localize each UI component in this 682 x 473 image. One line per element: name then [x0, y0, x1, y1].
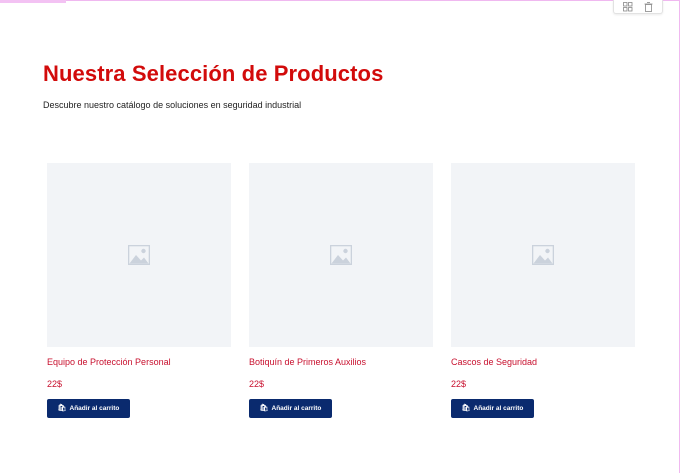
section-subtitle: Descubre nuestro catálogo de soluciones …: [43, 100, 302, 110]
product-name[interactable]: Equipo de Protección Personal: [47, 356, 231, 368]
edit-toolbar: [613, 0, 663, 14]
section-title: Nuestra Selección de Productos: [43, 61, 384, 86]
image-placeholder-icon: [330, 245, 352, 265]
product-price: 22$: [451, 379, 467, 389]
add-to-cart-button[interactable]: 🛍 Añadir al carrito: [451, 399, 534, 418]
product-name[interactable]: Cascos de Seguridad: [451, 356, 635, 368]
product-price: 22$: [47, 379, 63, 389]
add-to-cart-button[interactable]: 🛍 Añadir al carrito: [47, 399, 130, 418]
image-placeholder-icon: [128, 245, 150, 265]
product-name[interactable]: Botiquín de Primeros Auxilios: [249, 356, 433, 368]
cart-icon: 🛍: [259, 405, 269, 412]
add-to-cart-label: Añadir al carrito: [69, 405, 120, 412]
copy-icon[interactable]: [622, 1, 634, 13]
add-to-cart-label: Añadir al carrito: [271, 405, 322, 412]
add-to-cart-label: Añadir al carrito: [473, 405, 524, 412]
cart-icon: 🛍: [461, 405, 471, 412]
product-card: Cascos de Seguridad 22$ 🛍 Añadir al carr…: [451, 163, 635, 418]
product-image[interactable]: [451, 163, 635, 347]
product-image[interactable]: [47, 163, 231, 347]
trash-icon[interactable]: [642, 1, 654, 13]
image-placeholder-icon: [532, 245, 554, 265]
add-to-cart-button[interactable]: 🛍 Añadir al carrito: [249, 399, 332, 418]
cart-icon: 🛍: [57, 405, 67, 412]
product-card: Equipo de Protección Personal 22$ 🛍 Añad…: [47, 163, 231, 418]
editor-frame-tab: [0, 0, 66, 3]
product-price: 22$: [249, 379, 265, 389]
product-card: Botiquín de Primeros Auxilios 22$ 🛍 Añad…: [249, 163, 433, 418]
product-image[interactable]: [249, 163, 433, 347]
